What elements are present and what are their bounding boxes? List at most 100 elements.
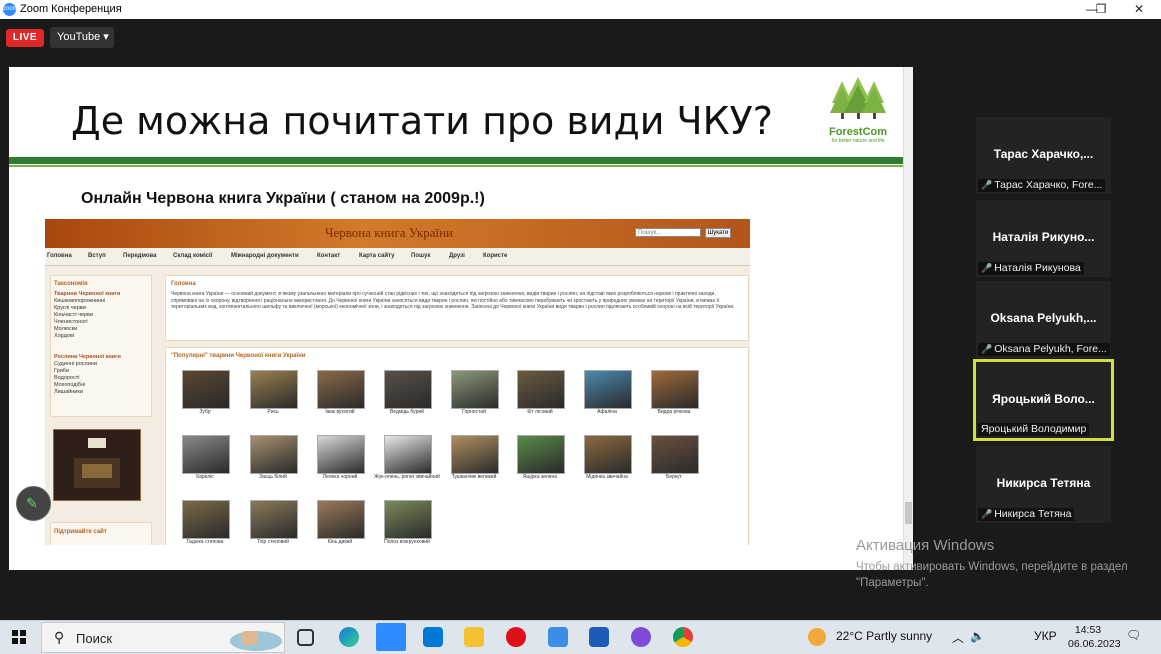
participant-tile[interactable]: Oksana Pelyukh,... 🎤 Oksana Pelyukh, Fore.… (976, 281, 1111, 358)
gallery-animal-caption: Гадюка степова (186, 539, 224, 545)
weather-icon[interactable] (808, 628, 826, 646)
gallery-animal-image (584, 435, 632, 474)
gallery-animal-caption: Кінь дикий (327, 539, 353, 545)
window-titlebar: zoom Zoom Конференция — ❐ ✕ (0, 0, 1161, 19)
close-button[interactable]: ✕ (1119, 0, 1159, 19)
website-sidebar: Таксономія Тварини Червоної книги Кишков… (50, 275, 152, 417)
gallery-animal-image (250, 500, 298, 539)
tray-chevron-icon[interactable]: ︿ (952, 629, 964, 646)
opera-icon[interactable] (506, 627, 526, 647)
participant-label-text: Тарас Харачко, Fore... (994, 179, 1103, 191)
gallery-animal-caption: Ведмідь бурий (390, 409, 424, 415)
tree-logo-icon (830, 77, 886, 119)
gallery-animal-caption: Лелека чорний (322, 474, 358, 480)
chrome-icon[interactable] (673, 627, 693, 647)
pencil-icon: ✎ (26, 495, 38, 511)
ad-graphic (54, 430, 140, 500)
sidebar-item: Круглі черви (54, 305, 86, 311)
participant-tile[interactable]: Тарас Харачко,... 🎤 Тарас Харачко, Fore... (976, 117, 1111, 194)
language-indicator[interactable]: УКР (1034, 629, 1057, 643)
support-heading: Підтримайте сайт (54, 529, 107, 535)
gallery-animal-image (250, 370, 298, 409)
store-icon[interactable] (548, 627, 568, 647)
sidebar-item: Гриби (54, 368, 70, 374)
edge-icon[interactable] (339, 627, 359, 647)
gallery-animal-caption: Беркут (666, 474, 682, 480)
notifications-icon[interactable]: 🗨 (1126, 628, 1141, 642)
task-view-icon[interactable] (297, 629, 314, 646)
website-screenshot: Червона книга України Пошук... Шукати Го… (45, 219, 750, 545)
gallery-animal-caption: Тушканчик великий (451, 474, 497, 480)
activation-watermark-title: Активация Windows (856, 537, 995, 554)
slide-title: Де можна почитати про види ЧКУ? (71, 99, 773, 143)
participant-name-label: 🎤 Наталія Рикунова (978, 262, 1084, 275)
gallery-animal-image (384, 435, 432, 474)
gallery-animal-caption: Заєць білий (259, 474, 287, 480)
sidebar-plants-heading: Рослини Червоної книги (54, 354, 121, 360)
gallery-animal-caption: Ящірка зелена (522, 474, 558, 480)
gallery-animal-caption: Горностай (462, 409, 486, 415)
muted-mic-icon: 🎤 (981, 344, 993, 354)
participant-display-name: Oksana Pelyukh,... (990, 311, 1097, 325)
participant-label-text: Никирса Тетяна (994, 508, 1072, 520)
gallery-animal-caption: Їжак вухатий (325, 409, 355, 415)
gallery-animal-image (317, 500, 365, 539)
gallery-animal-caption: Видра річкова (657, 409, 691, 415)
taskbar-search[interactable]: ⚲ Поиск (41, 622, 285, 653)
clock[interactable]: 14:53 06.06.2023 (1068, 623, 1121, 651)
gallery-animal-image (517, 370, 565, 409)
shared-screen-scrollbar[interactable] (903, 67, 913, 570)
shared-screen: Де можна почитати про види ЧКУ? ForestCo… (9, 67, 913, 570)
website-search-button: Шукати (705, 228, 731, 238)
participant-name-label: 🎤 Тарас Харачко, Fore... (978, 179, 1106, 192)
participant-display-name: Наталія Рикуно... (992, 230, 1095, 244)
weather-text[interactable]: 22°C Partly sunny (836, 629, 932, 643)
website-nav-item: Контакт (317, 253, 341, 259)
speaker-icon[interactable]: 🔈 (970, 629, 985, 643)
window-title: Zoom Конференция (20, 3, 122, 15)
stream-destination-dropdown[interactable]: YouTube ▾ (50, 27, 114, 48)
website-nav-item: Карта сайту (359, 253, 395, 259)
live-badge[interactable]: LIVE (6, 29, 44, 47)
participant-tile[interactable]: Никирса Тетяна 🎤 Никирса Тетяна (976, 446, 1111, 523)
sidebar-item: Хордові (54, 333, 75, 339)
zoom-taskbar-icon[interactable] (376, 623, 406, 651)
gallery-animal-image (451, 370, 499, 409)
gallery-animal-caption: Рись (267, 409, 279, 415)
sidebar-animals-heading: Тварини Червоної книги (54, 291, 121, 297)
gallery-animal-image (584, 370, 632, 409)
gallery-animal-caption: Мідянка звичайна (586, 474, 628, 480)
sidebar-item: Водорості (54, 375, 80, 381)
file-explorer-icon[interactable] (464, 627, 484, 647)
scrollbar-thumb[interactable] (905, 502, 912, 524)
gallery-animal-image (517, 435, 565, 474)
restore-icon: ❐ (1095, 2, 1107, 16)
website-nav: Головна Вступ Передмова Склад комісії Мі… (45, 248, 750, 266)
participant-name-label: 🎤 Oksana Pelyukh, Fore... (978, 343, 1110, 356)
restore-button[interactable]: ❐ (1081, 0, 1121, 19)
sidebar-item: Кільчасті черви (54, 312, 94, 318)
annotate-button[interactable]: ✎ (16, 486, 51, 521)
viber-icon[interactable] (631, 627, 651, 647)
website-nav-item: Головна (47, 253, 72, 259)
slide-divider-thin (9, 165, 903, 167)
forestcom-logo: ForestCom for better nature and life (821, 77, 895, 147)
gallery-animal-image (182, 370, 230, 409)
start-button[interactable] (12, 630, 26, 644)
gallery-animal-caption: Тхір степовий (257, 539, 289, 545)
website-main-box: Головна Червона книга України — основний… (165, 275, 749, 341)
gallery-animal-image (384, 500, 432, 539)
website-gallery: "Популярні" тварини Червоної книги Украї… (165, 347, 749, 545)
mail-icon[interactable] (423, 627, 443, 647)
word-icon[interactable] (589, 627, 609, 647)
gallery-animal-image (317, 435, 365, 474)
taskbar-search-placeholder: Поиск (76, 631, 113, 646)
gallery-animal-image (651, 370, 699, 409)
participant-tile[interactable]: Наталія Рикуно... 🎤 Наталія Рикунова (976, 200, 1111, 277)
search-icon: ⚲ (54, 629, 65, 645)
website-banner-title: Червона книга України (325, 225, 454, 240)
activation-watermark-text: Чтобы активировать Windows, перейдите в … (856, 561, 1128, 589)
gallery-animal-image (384, 370, 432, 409)
participant-tile[interactable]: Яроцький Воло... Яроцький Володимир (973, 359, 1114, 441)
main-intro-text: Червона книга України — основний докумен… (171, 291, 735, 310)
